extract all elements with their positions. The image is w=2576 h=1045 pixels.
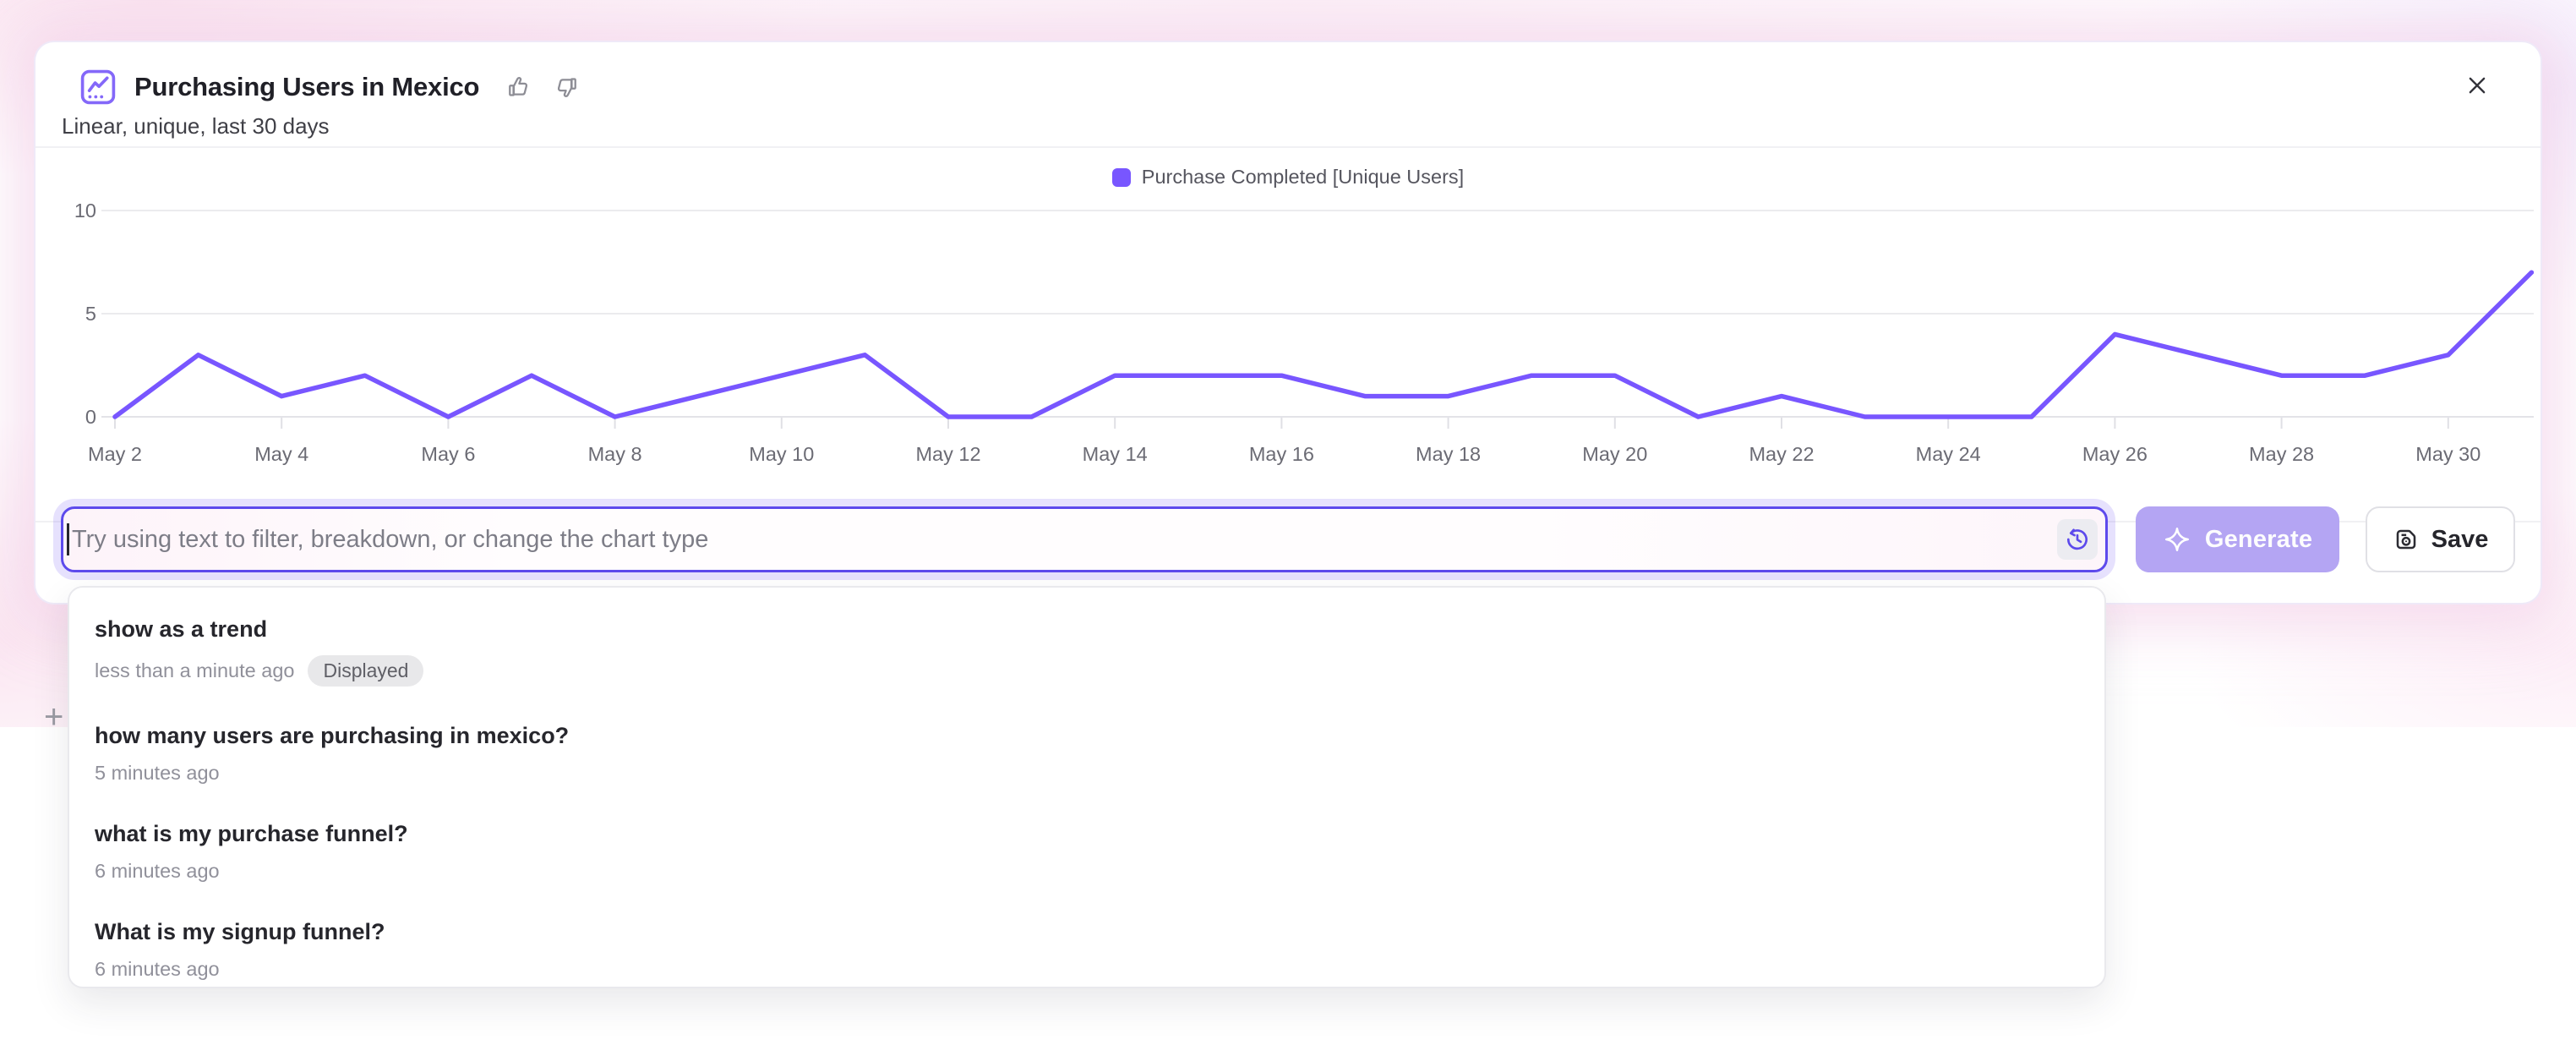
svg-text:May 16: May 16 (1249, 443, 1314, 465)
close-icon (2464, 73, 2490, 98)
thumbs-down-button[interactable] (550, 72, 581, 102)
history-item[interactable]: show as a trend less than a minute ago D… (69, 598, 2104, 704)
svg-text:0: 0 (85, 406, 96, 428)
history-item-meta: less than a minute ago Displayed (95, 655, 2079, 687)
history-item-time: 6 minutes ago (95, 958, 220, 981)
sparkle-icon (2163, 525, 2191, 554)
history-item-meta: 5 minutes ago (95, 762, 2079, 785)
thumbs-down-icon (552, 74, 579, 101)
generate-button[interactable]: Generate (2136, 506, 2339, 572)
line-chart-type-icon (79, 68, 117, 107)
history-item-time: 5 minutes ago (95, 762, 220, 785)
legend-label: Purchase Completed [Unique Users] (1142, 166, 1464, 189)
feedback-controls (505, 72, 581, 102)
history-clock-icon (2064, 526, 2091, 553)
svg-text:May 10: May 10 (749, 443, 814, 465)
svg-text:10: 10 (74, 200, 96, 222)
prompt-bar: Generate Save (35, 506, 2541, 572)
save-button[interactable]: Save (2366, 506, 2515, 572)
history-item-title: what is my purchase funnel? (95, 821, 2079, 847)
header-title-row: Purchasing Users in Mexico (79, 68, 581, 107)
svg-text:May 8: May 8 (588, 443, 642, 465)
page-title: Purchasing Users in Mexico (134, 72, 479, 102)
stage: + Purchasing Users in Mexico (0, 0, 2576, 1045)
history-item[interactable]: how many users are purchasing in mexico?… (69, 704, 2104, 802)
svg-text:May 22: May 22 (1749, 443, 1814, 465)
legend-swatch (1112, 168, 1131, 187)
text-caret (67, 523, 69, 555)
svg-text:5: 5 (85, 303, 96, 325)
displayed-badge: Displayed (308, 655, 423, 687)
svg-text:May 30: May 30 (2415, 443, 2480, 465)
chart-subtitle: Linear, unique, last 30 days (62, 113, 330, 140)
history-dropdown: show as a trend less than a minute ago D… (68, 586, 2106, 988)
prompt-input-wrap (61, 506, 2108, 572)
svg-text:May 12: May 12 (915, 443, 980, 465)
svg-text:May 2: May 2 (88, 443, 142, 465)
history-item[interactable]: what is my purchase funnel? 6 minutes ag… (69, 802, 2104, 900)
history-item-time: less than a minute ago (95, 659, 294, 682)
svg-text:May 18: May 18 (1416, 443, 1481, 465)
svg-text:May 20: May 20 (1582, 443, 1647, 465)
thumbs-up-icon (506, 74, 533, 101)
card-header: Purchasing Users in Mexico (35, 42, 2541, 146)
generate-label: Generate (2205, 526, 2312, 554)
prompt-input[interactable] (61, 506, 2108, 572)
svg-text:May 6: May 6 (421, 443, 475, 465)
history-item-time: 6 minutes ago (95, 860, 220, 883)
header-divider (35, 146, 2541, 148)
svg-text:May 28: May 28 (2249, 443, 2314, 465)
history-item[interactable]: What is my signup funnel? 6 minutes ago (69, 900, 2104, 998)
save-icon (2393, 526, 2420, 553)
background-plus[interactable]: + (44, 698, 63, 736)
history-item-meta: 6 minutes ago (95, 958, 2079, 981)
history-item-title: show as a trend (95, 616, 2079, 643)
history-item-title: how many users are purchasing in mexico? (95, 723, 2079, 749)
history-item-title: What is my signup funnel? (95, 919, 2079, 945)
svg-text:May 4: May 4 (254, 443, 308, 465)
history-item-meta: 6 minutes ago (95, 860, 2079, 883)
svg-text:May 24: May 24 (1916, 443, 1981, 465)
svg-text:May 14: May 14 (1083, 443, 1148, 465)
save-label: Save (2431, 526, 2489, 554)
history-button[interactable] (2057, 519, 2098, 560)
close-button[interactable] (2461, 69, 2493, 104)
chart-legend[interactable]: Purchase Completed [Unique Users] (35, 166, 2541, 189)
svg-text:May 26: May 26 (2082, 443, 2148, 465)
thumbs-up-button[interactable] (505, 72, 535, 102)
analytics-card: Purchasing Users in Mexico (35, 42, 2541, 603)
